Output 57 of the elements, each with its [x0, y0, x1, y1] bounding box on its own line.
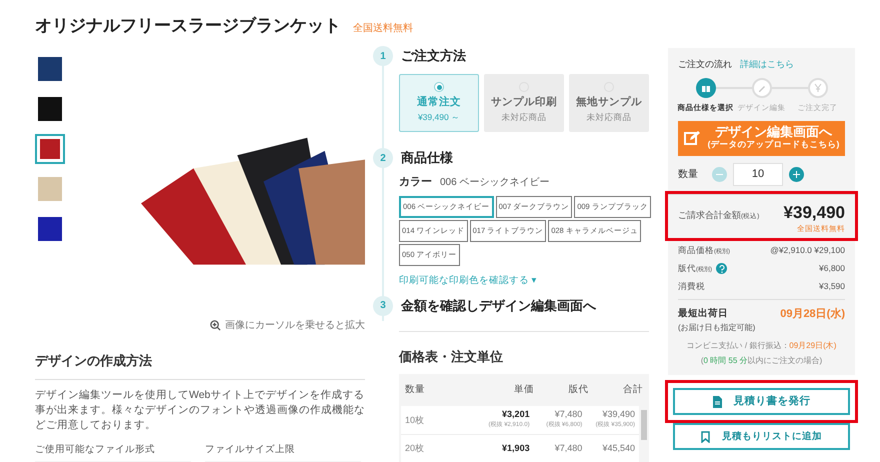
section-heading: デザインの作成方法	[35, 351, 365, 380]
step-heading: 商品仕様	[401, 149, 453, 168]
scrollbar[interactable]	[641, 410, 647, 440]
table-cell: ¥7,480	[554, 443, 582, 454]
shipping-label: 全国送料無料	[353, 22, 413, 36]
color-value: 006 ベーシックネイビー	[440, 176, 550, 190]
column-heading: ご使用可能なファイル形式	[35, 442, 156, 456]
table-cell-text: 10枚	[405, 414, 426, 426]
table-cell: ¥39,490	[602, 409, 635, 420]
column-heading: ファイルサイズ上限	[205, 442, 296, 456]
total-label: ご請求合計金額	[678, 210, 741, 220]
zoom-hint: 画像にカーソルを乗せると拡大	[225, 318, 365, 333]
column-header: 数量	[405, 383, 426, 398]
add-to-list-button[interactable]: 見積もりリストに追加	[673, 423, 850, 450]
thumbnail[interactable]	[35, 174, 65, 204]
quote-button[interactable]: 見積り書を発行	[673, 388, 850, 416]
quantity-label: 数量	[678, 168, 699, 182]
product-title: オリジナルフリースラージブランケット	[35, 14, 341, 36]
deadline-note: (0 時間 55 分以内にご注文の場合)	[700, 355, 824, 368]
step-number: 3	[373, 296, 393, 316]
table-cell: ¥1,903	[502, 443, 530, 454]
document-icon	[712, 396, 722, 408]
step-number: 2	[373, 148, 393, 168]
breakdown-label: 消費税	[678, 280, 705, 293]
step-number: 1	[373, 46, 393, 66]
table-cell: ¥3,201	[502, 409, 530, 420]
payment-label: コンビニ支払い / 銀行振込：	[686, 341, 790, 350]
flow-title: ご注文の流れ	[678, 58, 732, 71]
thumbnail[interactable]	[35, 54, 65, 84]
breakdown-value: ¥6,800	[819, 262, 845, 275]
step-heading: ご注文方法	[401, 47, 466, 66]
column-header: 版代	[567, 383, 588, 398]
section-description: デザイン編集ツールを使用してWebサイト上でデザインを作成する事が出来ます。様々なデザインのフォントや透過画像の作成機能などご用意しております。	[35, 388, 365, 432]
column-header: 合計	[622, 383, 644, 398]
thumbnail[interactable]	[35, 134, 65, 164]
thumbnail[interactable]	[35, 94, 65, 124]
zoom-icon	[210, 320, 221, 331]
ship-label: 最短出荷日	[678, 306, 728, 321]
table-cell-text: 20枚	[405, 442, 426, 455]
table-cell: ¥7,480	[554, 409, 582, 420]
edit-icon	[684, 130, 700, 146]
quantity-field[interactable]: 10	[733, 162, 783, 186]
breakdown-value: ¥3,590	[819, 280, 845, 293]
price-table-heading: 価格表・注文単位	[399, 348, 504, 366]
ship-date: 09月28日(水)	[780, 306, 845, 322]
color-label: カラー	[399, 175, 432, 190]
table-cell: ¥45,540	[602, 443, 635, 454]
payment-date: 09月29日(木)	[789, 341, 836, 350]
column-header: 単価	[512, 383, 534, 398]
help-icon[interactable]	[716, 263, 727, 274]
ship-note: (お届け日も指定可能)	[678, 322, 756, 334]
step-heading: 金額を確認しデザイン編集画面へ	[401, 297, 596, 315]
total-amount: ¥39,490	[784, 202, 845, 223]
increase-button[interactable]	[789, 166, 804, 182]
bookmark-icon	[701, 430, 710, 443]
breakdown-value: @¥2,910.0 ¥29,100	[770, 244, 845, 257]
thumbnail[interactable]	[35, 214, 65, 244]
